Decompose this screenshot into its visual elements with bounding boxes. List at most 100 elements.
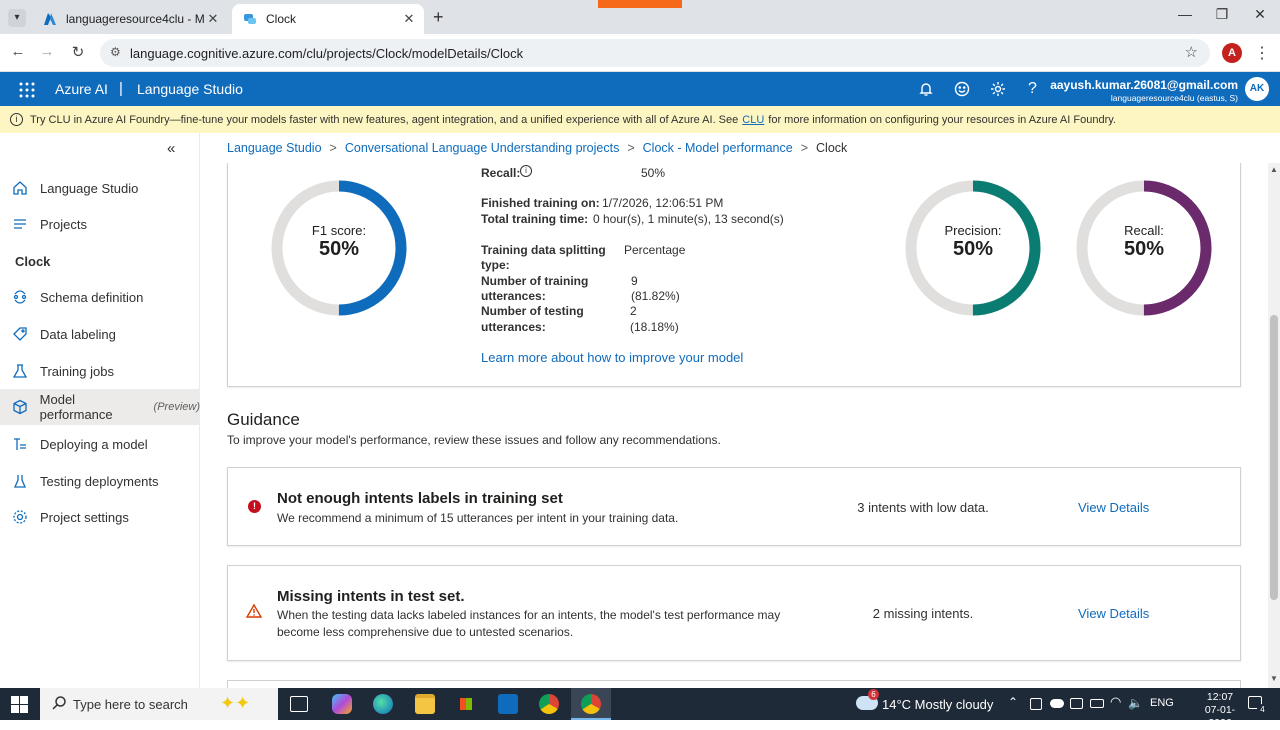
breadcrumb-model-performance[interactable]: Clock - Model performance bbox=[643, 141, 793, 155]
collapse-nav-icon[interactable]: « bbox=[167, 140, 175, 157]
tray-monitor-icon[interactable] bbox=[1070, 698, 1083, 709]
guidance-card-desc-2: become less comprehensive due to unteste… bbox=[277, 625, 574, 639]
left-navigation: « Language Studio Projects Clock Schema … bbox=[0, 133, 200, 688]
training-utterances-label: Number of training bbox=[481, 274, 589, 288]
nav-label: Model performance bbox=[39, 392, 113, 422]
testing-utterances-label-2: utterances: bbox=[481, 320, 546, 334]
nav-label: Clock bbox=[15, 253, 51, 269]
breadcrumb: Language Studio > Conversational Languag… bbox=[227, 141, 847, 155]
browser-profile-avatar[interactable]: A bbox=[1222, 43, 1242, 63]
nav-data-labeling[interactable]: Data labeling bbox=[0, 316, 200, 352]
learn-more-link[interactable]: Learn more about how to improve your mod… bbox=[481, 350, 743, 365]
taskbar-search-box[interactable]: Type here to search ✦✦ bbox=[40, 688, 278, 720]
chrome-active-bg[interactable] bbox=[571, 688, 611, 720]
file-explorer-icon[interactable] bbox=[415, 694, 435, 714]
product-name[interactable]: Language Studio bbox=[137, 81, 243, 97]
close-window-icon[interactable]: ✕ bbox=[1245, 6, 1275, 23]
nav-deploying-model[interactable]: Deploying a model bbox=[0, 426, 200, 462]
task-view-icon[interactable] bbox=[290, 696, 308, 712]
testing-utterances-value: 2 bbox=[630, 304, 637, 318]
recall-row-label: Recall: bbox=[481, 166, 521, 180]
nav-label: Testing deployments bbox=[40, 473, 159, 489]
notification-count: 4 bbox=[1257, 704, 1268, 715]
url-text: language.cognitive.azure.com/clu/project… bbox=[130, 45, 524, 61]
nav-label: Training jobs bbox=[40, 363, 114, 379]
tab-list-dropdown-icon[interactable]: ▾ bbox=[8, 9, 26, 27]
info-icon: i bbox=[10, 113, 23, 126]
training-utterances-label-2: utterances: bbox=[481, 289, 546, 303]
volume-muted-icon[interactable]: 🔈 bbox=[1128, 696, 1143, 710]
search-highlight-icon: ✦✦ bbox=[220, 693, 251, 713]
user-avatar[interactable]: AK bbox=[1245, 77, 1269, 101]
minimize-icon[interactable]: — bbox=[1170, 6, 1200, 22]
nav-projects[interactable]: Projects bbox=[0, 206, 200, 242]
tab-close-icon[interactable]: ✕ bbox=[204, 11, 222, 27]
browser-tab-azure[interactable]: languageresource4clu - Microso ✕ bbox=[32, 4, 228, 34]
url-field[interactable]: ⚙ language.cognitive.azure.com/clu/proje… bbox=[100, 39, 1210, 67]
recall-value: 50% bbox=[1123, 238, 1165, 260]
breadcrumb-current: Clock bbox=[816, 141, 848, 155]
schema-icon bbox=[11, 288, 29, 306]
maximize-icon[interactable]: ❐ bbox=[1207, 6, 1237, 23]
nav-language-studio[interactable]: Language Studio bbox=[0, 170, 200, 206]
view-details-link[interactable]: View Details bbox=[1078, 606, 1149, 621]
tray-chevron-icon[interactable]: ⌃ bbox=[1008, 695, 1018, 709]
onedrive-icon[interactable] bbox=[1050, 699, 1064, 708]
nav-label: Language Studio bbox=[40, 180, 139, 196]
f1-score-value: 50% bbox=[318, 238, 360, 260]
tray-app-icon[interactable] bbox=[1030, 698, 1042, 710]
recall-info-icon[interactable]: i bbox=[520, 165, 532, 177]
outlook-icon[interactable] bbox=[498, 694, 518, 714]
language-studio-favicon-icon bbox=[242, 11, 258, 27]
scrollbar-thumb[interactable] bbox=[1270, 315, 1278, 600]
back-icon[interactable]: ← bbox=[7, 43, 29, 63]
edge-icon[interactable] bbox=[373, 694, 393, 714]
tab-title: Clock bbox=[266, 12, 297, 26]
nav-project-settings[interactable]: Project settings bbox=[0, 499, 200, 535]
chrome-icon[interactable] bbox=[539, 694, 559, 714]
banner-clu-link[interactable]: CLU bbox=[742, 114, 764, 126]
tag-icon bbox=[11, 325, 29, 343]
input-language[interactable]: ENG bbox=[1150, 697, 1174, 709]
user-resource: languageresource4clu (eastus, S) bbox=[1110, 93, 1238, 103]
breadcrumb-clu-projects[interactable]: Conversational Language Understanding pr… bbox=[345, 141, 620, 155]
weather-text[interactable]: 14°C Mostly cloudy bbox=[882, 697, 993, 712]
testing-utterances-label: Number of testing bbox=[481, 304, 584, 318]
guidance-title: Guidance bbox=[227, 410, 300, 429]
nav-label: Schema definition bbox=[40, 289, 144, 305]
app-launcher-icon[interactable] bbox=[19, 82, 35, 98]
wifi-icon[interactable]: ◠ bbox=[1110, 694, 1121, 710]
settings-gear-icon[interactable] bbox=[990, 81, 1008, 99]
scroll-up-icon[interactable]: ▲ bbox=[1270, 165, 1278, 174]
breadcrumb-language-studio[interactable]: Language Studio bbox=[227, 141, 322, 155]
nav-label: Data labeling bbox=[40, 326, 116, 342]
copilot-icon[interactable] bbox=[332, 694, 352, 714]
notifications-icon[interactable] bbox=[918, 81, 936, 99]
browser-menu-icon[interactable]: ⋮ bbox=[1254, 43, 1270, 63]
bookmark-star-icon[interactable]: ☆ bbox=[1185, 43, 1198, 61]
user-email[interactable]: aayush.kumar.26081@gmail.com bbox=[1050, 78, 1238, 92]
splitting-type-label-2: type: bbox=[481, 258, 510, 272]
nav-schema-definition[interactable]: Schema definition bbox=[0, 279, 200, 315]
windows-start-icon[interactable] bbox=[11, 696, 28, 718]
nav-training-jobs[interactable]: Training jobs bbox=[0, 353, 200, 389]
help-icon[interactable]: ? bbox=[1028, 81, 1046, 99]
tab-close-icon[interactable]: ✕ bbox=[400, 11, 418, 27]
scroll-down-icon[interactable]: ▼ bbox=[1270, 674, 1278, 683]
clock[interactable]: 12:07 07-01-2026 bbox=[1197, 691, 1243, 730]
battery-icon[interactable] bbox=[1090, 699, 1104, 708]
windows-taskbar: Type here to search ✦✦ 6 14°C Mostly clo… bbox=[0, 688, 1280, 729]
browser-tab-clock[interactable]: Clock ✕ bbox=[232, 4, 424, 34]
view-details-link[interactable]: View Details bbox=[1078, 500, 1149, 515]
foundry-info-banner: i Try CLU in Azure AI Foundry—fine-tune … bbox=[0, 106, 1280, 133]
nav-testing-deployments[interactable]: Testing deployments bbox=[0, 463, 200, 499]
feedback-smiley-icon[interactable] bbox=[954, 81, 972, 99]
site-info-icon[interactable]: ⚙ bbox=[110, 45, 121, 59]
guidance-card-missing-intents: Missing intents in test set. When the te… bbox=[227, 565, 1241, 661]
new-tab-icon[interactable]: + bbox=[433, 7, 444, 28]
reload-icon[interactable]: ↻ bbox=[67, 43, 89, 63]
forward-icon[interactable]: → bbox=[36, 43, 58, 63]
nav-model-performance[interactable]: Model performance (Preview) bbox=[0, 389, 200, 425]
store-icon[interactable] bbox=[456, 694, 476, 714]
brand-azure-ai[interactable]: Azure AI bbox=[55, 81, 108, 97]
